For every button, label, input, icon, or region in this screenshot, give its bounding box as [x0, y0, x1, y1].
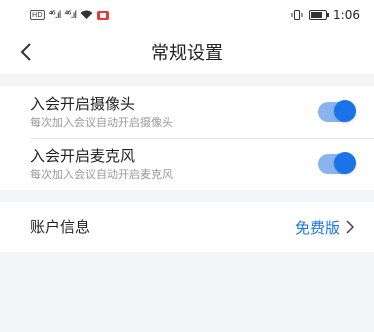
cell-signal-2: ⁴⁶.ıl [64, 9, 77, 21]
microphone-toggle-knob [334, 152, 356, 174]
status-bar-right: 1:06 [291, 8, 360, 22]
cell-signal-1: ⁴⁶.ıl [48, 9, 62, 21]
camera-setting-row: 入会开启摄像头 每次加入会议自动开启摄像头 [0, 86, 374, 138]
chevron-left-icon [20, 43, 31, 61]
title-bar: 常规设置 [0, 30, 374, 74]
vibrate-icon [291, 10, 303, 20]
camera-setting-description: 每次加入会议自动开启摄像头 [30, 115, 173, 129]
chevron-right-icon [346, 220, 354, 234]
battery-icon [309, 10, 330, 20]
camera-toggle[interactable] [318, 100, 356, 122]
back-button[interactable] [12, 38, 40, 66]
page-title: 常规设置 [151, 43, 223, 64]
account-plan-value: 免费版 [294, 218, 340, 237]
wifi-icon [80, 10, 93, 19]
camera-toggle-knob [334, 100, 356, 122]
hd-badge: HD [30, 10, 45, 20]
clock-time: 1:06 [333, 8, 360, 22]
microphone-setting-label: 入会开启麦克风 [30, 146, 136, 165]
account-info-label: 账户信息 [30, 217, 91, 236]
camera-setting-label: 入会开启摄像头 [30, 94, 136, 113]
notification-app-icon [97, 10, 110, 20]
account-group: 账户信息 免费版 [0, 202, 374, 252]
microphone-setting-row: 入会开启麦克风 每次加入会议自动开启麦克风 [0, 138, 374, 190]
microphone-setting-description: 每次加入会议自动开启麦克风 [30, 167, 173, 181]
account-info-row[interactable]: 账户信息 免费版 [0, 202, 374, 252]
account-plan-wrap: 免费版 [295, 217, 354, 238]
toggle-settings-group: 入会开启摄像头 每次加入会议自动开启摄像头 入会开启麦克风 每次加入会议自动开启… [0, 86, 374, 190]
microphone-setting-text: 入会开启麦克风 每次加入会议自动开启麦克风 [30, 147, 173, 182]
status-bar: HD ⁴⁶.ıl ⁴⁶.ıl 1:06 [0, 0, 374, 30]
microphone-toggle[interactable] [318, 152, 356, 174]
status-bar-left: HD ⁴⁶.ıl ⁴⁶.ıl [30, 9, 110, 21]
camera-setting-text: 入会开启摄像头 每次加入会议自动开启摄像头 [30, 95, 173, 130]
